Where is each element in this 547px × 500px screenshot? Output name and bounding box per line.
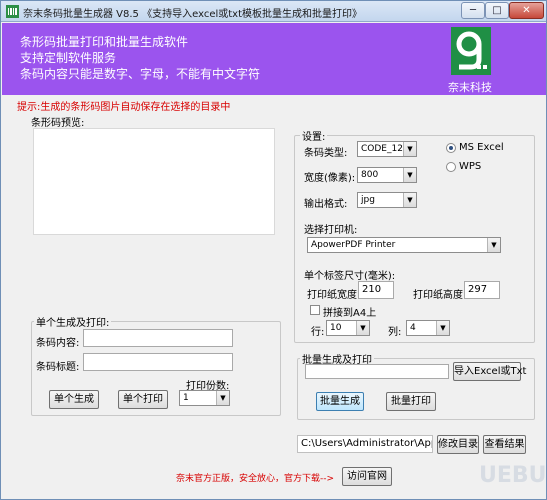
company-logo [451,27,491,75]
format-label: 输出格式: [304,199,348,210]
banner-line-2: 支持定制软件服务 [20,51,117,65]
single-title: 单个生成及打印: [34,314,112,329]
batch-generate-button[interactable]: 批量生成 [316,392,364,411]
chevron-down-icon: ▼ [216,391,229,405]
chevron-down-icon: ▼ [487,238,500,252]
single-generate-button[interactable]: 单个生成 [49,390,99,409]
barcode-preview-area [33,128,275,235]
print-height-input[interactable]: 297 [464,281,500,299]
print-width-label: 打印纸宽度: [307,290,361,301]
watermark-logo: UEBUG [479,463,547,488]
barcode-content-input[interactable] [83,329,233,347]
wps-option-label: WPS [459,161,482,172]
banner-line-3: 条码内容只能是数字、字母，不能有中文字符 [20,67,261,81]
visit-website-button[interactable]: 访问官网 [342,467,392,486]
logo-mark-icon [456,31,487,70]
copies-select[interactable]: 1 ▼ [179,390,230,406]
cols-select[interactable]: 4 ▼ [406,320,450,336]
excel-option-label: MS Excel [459,142,504,153]
barcode-type-select[interactable]: CODE_128 ▼ [357,141,417,157]
company-name: 奈末科技 [448,81,492,94]
preview-label: 条形码预览: [31,118,85,129]
caption-label: 条码标题: [36,362,80,373]
title-bar: 奈末条码批量生成器 V8.5 《支持导入excel或txt模板批量生成和批量打印… [1,1,546,22]
chevron-down-icon: ▼ [436,321,449,335]
chevron-down-icon: ▼ [403,193,416,207]
app-icon [6,5,19,18]
barcode-caption-input[interactable] [83,353,233,371]
header-banner: 条形码批量打印和批量生成软件 支持定制软件服务 条码内容只能是数字、字母，不能有… [2,23,546,95]
maximize-button[interactable]: □ [485,2,509,19]
printer-label: 选择打印机: [304,225,358,236]
a4-checkbox[interactable] [310,305,320,315]
import-button[interactable]: 导入Excel或Txt [453,362,526,381]
output-path-field[interactable]: C:\Users\Administrator\AppData\I [297,435,433,453]
close-button[interactable]: ✕ [509,2,544,19]
window-title: 奈末条码批量生成器 V8.5 《支持导入excel或txt模板批量生成和批量打印… [23,9,363,20]
label-size-label: 单个标签尺寸(毫米): [304,271,396,282]
banner-line-1: 条形码批量打印和批量生成软件 [20,35,189,49]
chevron-down-icon: ▼ [356,321,369,335]
chevron-down-icon: ▼ [403,168,416,182]
a4-label: 拼接到A4上 [323,308,377,319]
wps-radio[interactable] [446,162,456,172]
view-results-button[interactable]: 查看结果 [483,435,526,454]
minimize-button[interactable]: ─ [461,2,485,19]
settings-title: 设置: [300,128,328,143]
excel-radio[interactable] [446,143,456,153]
hint-text: 提示:生成的条形码图片自动保存在选择的目录中 [17,102,231,113]
printer-select[interactable]: ApowerPDF Printer ▼ [307,237,501,253]
single-print-button[interactable]: 单个打印 [118,390,168,409]
batch-print-button[interactable]: 批量打印 [386,392,436,411]
print-width-input[interactable]: 210 [358,281,394,299]
print-height-label: 打印纸高度: [413,290,467,301]
official-download-note: 奈末官方正版，安全放心，官方下载--> [176,474,335,484]
change-directory-button[interactable]: 修改目录 [437,435,479,454]
rows-label: 行: [311,327,325,338]
batch-file-input[interactable] [305,364,449,379]
app-window: 奈末条码批量生成器 V8.5 《支持导入excel或txt模板批量生成和批量打印… [0,0,547,500]
cols-label: 列: [388,327,402,338]
width-label: 宽度(像素): [304,173,356,184]
rows-select[interactable]: 10 ▼ [326,320,370,336]
format-select[interactable]: jpg ▼ [357,192,417,208]
chevron-down-icon: ▼ [403,142,416,156]
content-label: 条码内容: [36,338,80,349]
barcode-type-label: 条码类型: [304,148,348,159]
width-select[interactable]: 800 ▼ [357,167,417,183]
